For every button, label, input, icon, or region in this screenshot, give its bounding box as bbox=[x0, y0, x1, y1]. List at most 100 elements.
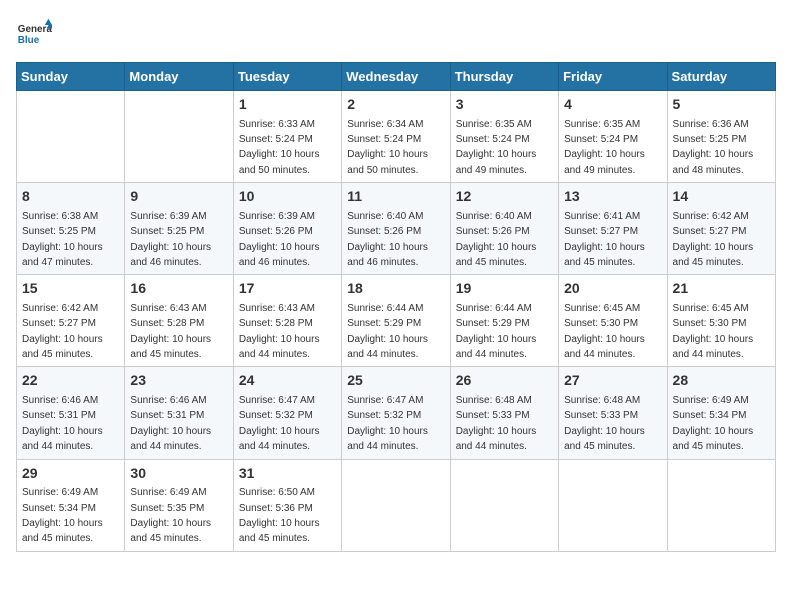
calendar-cell: 17 Sunrise: 6:43 AMSunset: 5:28 PMDayligh… bbox=[233, 275, 341, 367]
calendar-week-2: 8 Sunrise: 6:38 AMSunset: 5:25 PMDaylight… bbox=[17, 183, 776, 275]
calendar-cell: 15Sunrise: 6:42 AMSunset: 5:27 PMDayligh… bbox=[17, 275, 125, 367]
calendar-cell: 19 Sunrise: 6:44 AMSunset: 5:29 PMDayligh… bbox=[450, 275, 558, 367]
calendar-week-3: 15Sunrise: 6:42 AMSunset: 5:27 PMDayligh… bbox=[17, 275, 776, 367]
svg-text:General: General bbox=[18, 24, 52, 35]
day-sunrise: Sunrise: 6:35 AMSunset: 5:24 PMDaylight:… bbox=[564, 119, 645, 176]
day-sunrise: Sunrise: 6:34 AMSunset: 5:24 PMDaylight:… bbox=[347, 119, 428, 176]
calendar-cell: 10Sunrise: 6:39 AMSunset: 5:26 PMDayligh… bbox=[233, 183, 341, 275]
day-number: 28 bbox=[673, 371, 770, 391]
day-number: 20 bbox=[564, 279, 661, 299]
day-number: 27 bbox=[564, 371, 661, 391]
calendar-week-4: 22 Sunrise: 6:46 AMSunset: 5:31 PMDayligh… bbox=[17, 367, 776, 459]
day-number: 25 bbox=[347, 371, 444, 391]
day-sunrise: Sunrise: 6:43 AMSunset: 5:28 PMDaylight:… bbox=[130, 303, 211, 360]
calendar-cell: 12Sunrise: 6:40 AMSunset: 5:26 PMDayligh… bbox=[450, 183, 558, 275]
day-sunrise: Sunrise: 6:39 AMSunset: 5:26 PMDaylight:… bbox=[239, 211, 320, 268]
day-sunrise: Sunrise: 6:49 AMSunset: 5:34 PMDaylight:… bbox=[22, 487, 103, 544]
day-number: 17 bbox=[239, 279, 336, 299]
day-sunrise: Sunrise: 6:42 AMSunset: 5:27 PMDaylight:… bbox=[22, 303, 103, 360]
day-sunrise: Sunrise: 6:40 AMSunset: 5:26 PMDaylight:… bbox=[347, 211, 428, 268]
day-sunrise: Sunrise: 6:42 AMSunset: 5:27 PMDaylight:… bbox=[673, 211, 754, 268]
logo: General Blue bbox=[16, 16, 52, 52]
day-sunrise: Sunrise: 6:46 AMSunset: 5:31 PMDaylight:… bbox=[130, 395, 211, 452]
header-saturday: Saturday bbox=[667, 63, 775, 91]
day-sunrise: Sunrise: 6:41 AMSunset: 5:27 PMDaylight:… bbox=[564, 211, 645, 268]
day-number: 29 bbox=[22, 464, 119, 484]
calendar-cell: 21 Sunrise: 6:45 AMSunset: 5:30 PMDayligh… bbox=[667, 275, 775, 367]
calendar-table: SundayMondayTuesdayWednesdayThursdayFrid… bbox=[16, 62, 776, 552]
calendar-cell: 4 Sunrise: 6:35 AMSunset: 5:24 PMDaylight… bbox=[559, 91, 667, 183]
header-thursday: Thursday bbox=[450, 63, 558, 91]
calendar-cell: 31 Sunrise: 6:50 AMSunset: 5:36 PMDayligh… bbox=[233, 459, 341, 551]
day-sunrise: Sunrise: 6:48 AMSunset: 5:33 PMDaylight:… bbox=[456, 395, 537, 452]
day-sunrise: Sunrise: 6:43 AMSunset: 5:28 PMDaylight:… bbox=[239, 303, 320, 360]
calendar-cell: 27 Sunrise: 6:48 AMSunset: 5:33 PMDayligh… bbox=[559, 367, 667, 459]
day-number: 3 bbox=[456, 95, 553, 115]
day-number: 21 bbox=[673, 279, 770, 299]
day-sunrise: Sunrise: 6:45 AMSunset: 5:30 PMDaylight:… bbox=[673, 303, 754, 360]
calendar-cell: 24 Sunrise: 6:47 AMSunset: 5:32 PMDayligh… bbox=[233, 367, 341, 459]
header-sunday: Sunday bbox=[17, 63, 125, 91]
header-row: SundayMondayTuesdayWednesdayThursdayFrid… bbox=[17, 63, 776, 91]
day-sunrise: Sunrise: 6:35 AMSunset: 5:24 PMDaylight:… bbox=[456, 119, 537, 176]
calendar-cell: 2 Sunrise: 6:34 AMSunset: 5:24 PMDaylight… bbox=[342, 91, 450, 183]
calendar-cell: 26 Sunrise: 6:48 AMSunset: 5:33 PMDayligh… bbox=[450, 367, 558, 459]
day-number: 24 bbox=[239, 371, 336, 391]
calendar-cell bbox=[559, 459, 667, 551]
calendar-cell: 28 Sunrise: 6:49 AMSunset: 5:34 PMDayligh… bbox=[667, 367, 775, 459]
calendar-cell: 18 Sunrise: 6:44 AMSunset: 5:29 PMDayligh… bbox=[342, 275, 450, 367]
day-sunrise: Sunrise: 6:44 AMSunset: 5:29 PMDaylight:… bbox=[347, 303, 428, 360]
day-number: 14 bbox=[673, 187, 770, 207]
header-friday: Friday bbox=[559, 63, 667, 91]
calendar-week-1: 1Sunrise: 6:33 AMSunset: 5:24 PMDaylight… bbox=[17, 91, 776, 183]
page-header: General Blue bbox=[16, 16, 776, 52]
calendar-cell: 16 Sunrise: 6:43 AMSunset: 5:28 PMDayligh… bbox=[125, 275, 233, 367]
day-number: 9 bbox=[130, 187, 227, 207]
day-sunrise: Sunrise: 6:44 AMSunset: 5:29 PMDaylight:… bbox=[456, 303, 537, 360]
day-number: 4 bbox=[564, 95, 661, 115]
day-number: 18 bbox=[347, 279, 444, 299]
calendar-cell: 22 Sunrise: 6:46 AMSunset: 5:31 PMDayligh… bbox=[17, 367, 125, 459]
day-sunrise: Sunrise: 6:36 AMSunset: 5:25 PMDaylight:… bbox=[673, 119, 754, 176]
day-sunrise: Sunrise: 6:48 AMSunset: 5:33 PMDaylight:… bbox=[564, 395, 645, 452]
day-number: 19 bbox=[456, 279, 553, 299]
day-sunrise: Sunrise: 6:49 AMSunset: 5:34 PMDaylight:… bbox=[673, 395, 754, 452]
day-number: 22 bbox=[22, 371, 119, 391]
day-sunrise: Sunrise: 6:40 AMSunset: 5:26 PMDaylight:… bbox=[456, 211, 537, 268]
calendar-cell: 25Sunrise: 6:47 AMSunset: 5:32 PMDayligh… bbox=[342, 367, 450, 459]
calendar-cell: 30Sunrise: 6:49 AMSunset: 5:35 PMDayligh… bbox=[125, 459, 233, 551]
day-number: 1 bbox=[239, 95, 336, 115]
svg-text:Blue: Blue bbox=[18, 35, 40, 46]
day-sunrise: Sunrise: 6:38 AMSunset: 5:25 PMDaylight:… bbox=[22, 211, 103, 268]
calendar-cell: 14 Sunrise: 6:42 AMSunset: 5:27 PMDayligh… bbox=[667, 183, 775, 275]
day-number: 30 bbox=[130, 464, 227, 484]
day-number: 8 bbox=[22, 187, 119, 207]
calendar-week-5: 29 Sunrise: 6:49 AMSunset: 5:34 PMDayligh… bbox=[17, 459, 776, 551]
calendar-cell bbox=[450, 459, 558, 551]
calendar-cell: 3 Sunrise: 6:35 AMSunset: 5:24 PMDaylight… bbox=[450, 91, 558, 183]
calendar-cell bbox=[17, 91, 125, 183]
day-sunrise: Sunrise: 6:39 AMSunset: 5:25 PMDaylight:… bbox=[130, 211, 211, 268]
calendar-cell: 5Sunrise: 6:36 AMSunset: 5:25 PMDaylight… bbox=[667, 91, 775, 183]
calendar-cell bbox=[342, 459, 450, 551]
calendar-cell: 11 Sunrise: 6:40 AMSunset: 5:26 PMDayligh… bbox=[342, 183, 450, 275]
day-number: 31 bbox=[239, 464, 336, 484]
day-sunrise: Sunrise: 6:45 AMSunset: 5:30 PMDaylight:… bbox=[564, 303, 645, 360]
calendar-cell: 29 Sunrise: 6:49 AMSunset: 5:34 PMDayligh… bbox=[17, 459, 125, 551]
day-sunrise: Sunrise: 6:50 AMSunset: 5:36 PMDaylight:… bbox=[239, 487, 320, 544]
day-number: 16 bbox=[130, 279, 227, 299]
calendar-cell: 9 Sunrise: 6:39 AMSunset: 5:25 PMDaylight… bbox=[125, 183, 233, 275]
day-number: 23 bbox=[130, 371, 227, 391]
calendar-cell: 23 Sunrise: 6:46 AMSunset: 5:31 PMDayligh… bbox=[125, 367, 233, 459]
day-sunrise: Sunrise: 6:46 AMSunset: 5:31 PMDaylight:… bbox=[22, 395, 103, 452]
calendar-cell bbox=[667, 459, 775, 551]
calendar-cell: 8 Sunrise: 6:38 AMSunset: 5:25 PMDaylight… bbox=[17, 183, 125, 275]
day-number: 2 bbox=[347, 95, 444, 115]
day-number: 13 bbox=[564, 187, 661, 207]
header-tuesday: Tuesday bbox=[233, 63, 341, 91]
day-sunrise: Sunrise: 6:47 AMSunset: 5:32 PMDaylight:… bbox=[239, 395, 320, 452]
day-number: 11 bbox=[347, 187, 444, 207]
day-number: 26 bbox=[456, 371, 553, 391]
calendar-cell bbox=[125, 91, 233, 183]
header-wednesday: Wednesday bbox=[342, 63, 450, 91]
